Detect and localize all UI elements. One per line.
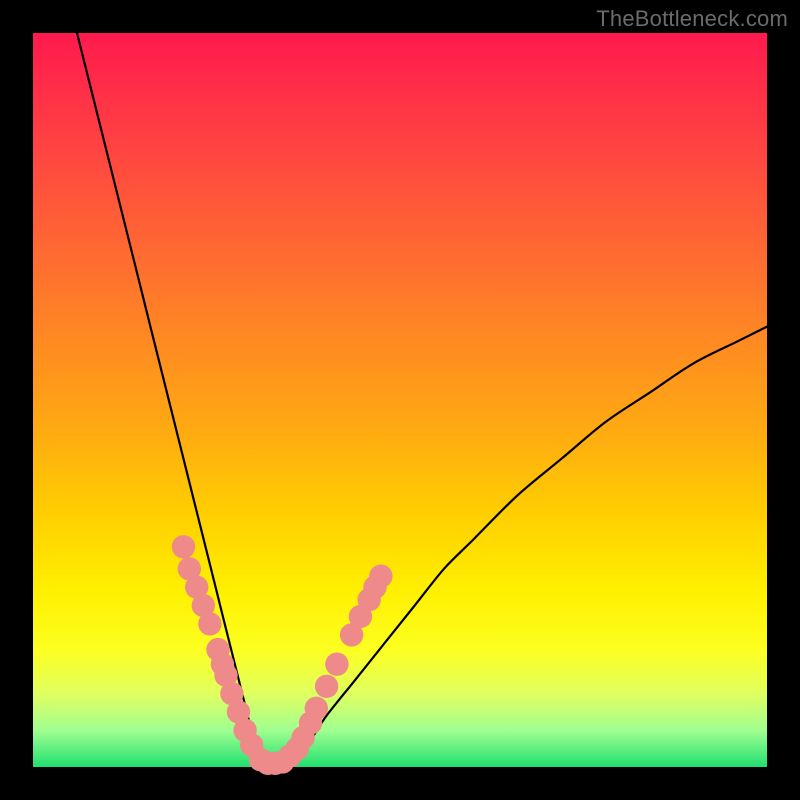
chart-overlay xyxy=(33,33,767,767)
watermark-text: TheBottleneck.com xyxy=(596,6,788,32)
plot-area xyxy=(33,33,767,767)
marker-dot xyxy=(325,653,348,676)
chart-stage: TheBottleneck.com xyxy=(0,0,800,800)
marker-dot xyxy=(315,675,338,698)
marker-dot xyxy=(198,612,221,635)
marker-dot xyxy=(172,535,195,558)
marker-dot xyxy=(305,697,328,720)
marker-dot xyxy=(369,565,392,588)
marker-group xyxy=(172,535,393,775)
bottleneck-curve-path xyxy=(77,33,767,768)
